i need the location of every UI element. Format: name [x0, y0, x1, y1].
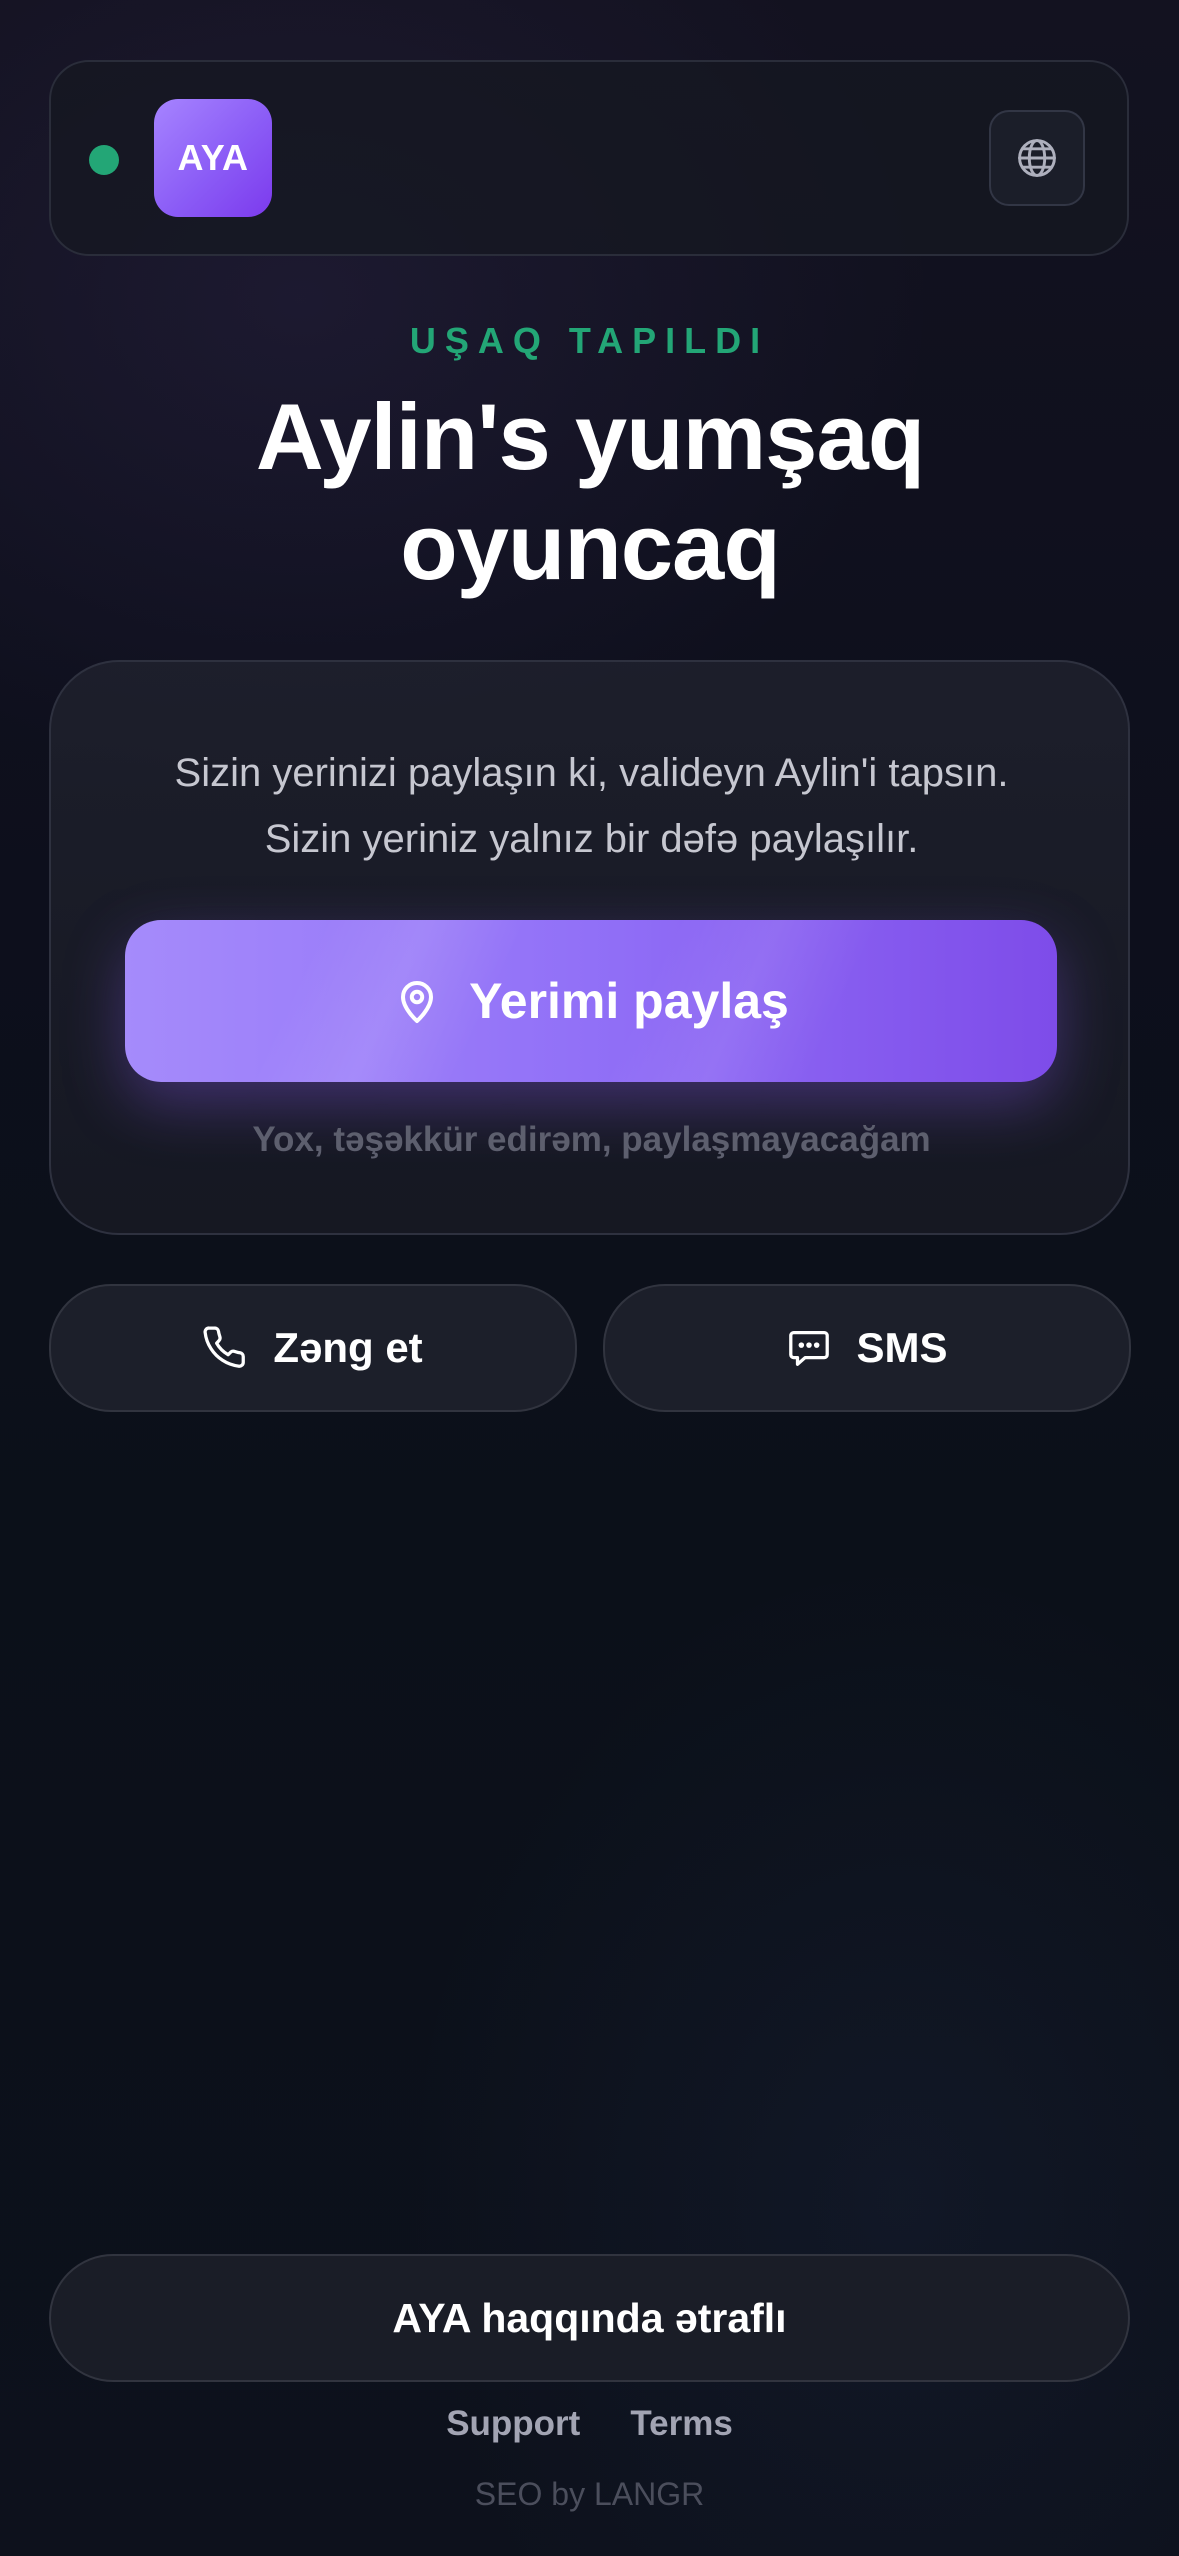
- decline-share-link[interactable]: Yox, təşəkkür edirəm, paylaşmayacağam: [51, 1120, 1132, 1160]
- share-location-button[interactable]: Yerimi paylaş: [125, 920, 1057, 1082]
- call-label: Zəng et: [273, 1324, 423, 1371]
- seo-credit: SEO by LANGR: [474, 2476, 705, 2512]
- about-aya-button[interactable]: AYA haqqında ətraflı: [49, 2254, 1130, 2382]
- globe-icon: [1018, 139, 1056, 177]
- share-explanation-line-1: Sizin yerinizi paylaşın ki, valideyn Ayl…: [174, 751, 1009, 795]
- language-button[interactable]: [989, 110, 1085, 206]
- item-title: Aylin's yumşaq oyuncaq: [255, 384, 925, 599]
- online-status-dot: [89, 145, 119, 175]
- terms-link[interactable]: Terms: [630, 2404, 732, 2444]
- share-location-label: Yerimi paylaş: [469, 973, 789, 1029]
- sms-button[interactable]: SMS: [603, 1284, 1131, 1412]
- chat-bubble-icon: [789, 1331, 830, 1366]
- share-explanation-line-2: Sizin yeriniz yalnız bir dəfə paylaşılır…: [264, 817, 919, 861]
- aya-logo: AYA: [154, 99, 272, 217]
- share-explanation: Sizin yerinizi paylaşın ki, valideyn Ayl…: [91, 740, 1092, 872]
- share-location-card: Sizin yerinizi paylaşın ki, valideyn Ayl…: [49, 660, 1130, 1235]
- support-link[interactable]: Support: [446, 2404, 580, 2444]
- top-bar: AYA: [49, 60, 1129, 256]
- sms-label: SMS: [856, 1324, 948, 1371]
- footer-links: Support Terms: [0, 2404, 1179, 2444]
- location-pin-icon: [401, 981, 434, 1023]
- found-status-label: UŞAQ TAPILDI: [409, 320, 770, 361]
- phone-icon: [203, 1326, 246, 1368]
- call-button[interactable]: Zəng et: [49, 1284, 577, 1412]
